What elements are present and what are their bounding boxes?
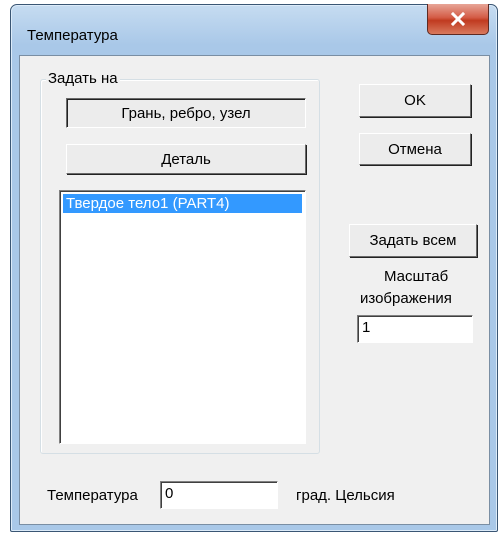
dialog-window: Температура Задать на Грань, ребро, узел… — [10, 4, 498, 532]
ok-button[interactable]: OK — [359, 84, 471, 117]
temperature-label: Температура — [47, 487, 138, 504]
temperature-input[interactable]: 0 — [160, 481, 278, 509]
face-edge-node-button[interactable]: Грань, ребро, узел — [66, 98, 306, 128]
list-item[interactable]: Твердое тело1 (PART4) — [63, 194, 302, 213]
scale-label-line1: Масштаб — [384, 268, 449, 285]
dialog-client-area: Задать на Грань, ребро, узел Деталь Твер… — [19, 55, 490, 525]
part-button[interactable]: Деталь — [66, 144, 306, 174]
set-on-legend: Задать на — [46, 70, 120, 87]
scale-label-line2: изображения — [360, 290, 452, 307]
close-button[interactable] — [427, 4, 489, 35]
close-icon — [450, 12, 466, 26]
cancel-button[interactable]: Отмена — [359, 133, 471, 165]
bodies-listbox[interactable]: Твердое тело1 (PART4) — [59, 190, 306, 444]
window-title: Температура — [27, 27, 118, 44]
scale-input[interactable]: 1 — [357, 315, 473, 343]
temperature-unit-label: град. Цельсия — [296, 487, 395, 504]
set-all-button[interactable]: Задать всем — [349, 224, 477, 257]
